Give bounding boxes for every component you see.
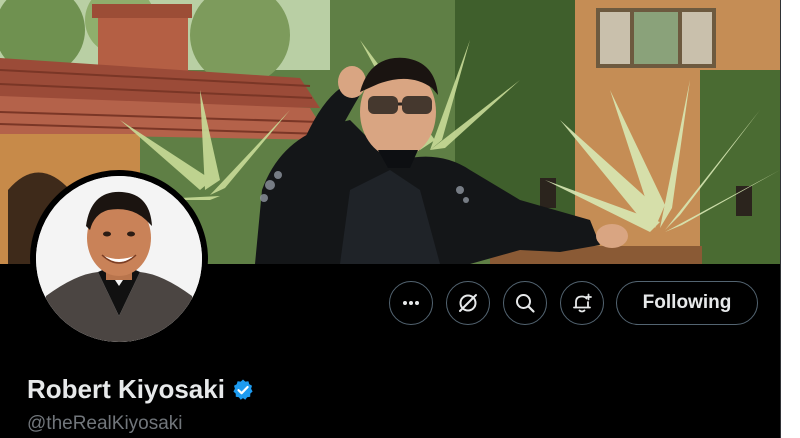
avatar-photo — [36, 176, 202, 342]
more-button[interactable] — [389, 281, 433, 325]
grok-button[interactable] — [446, 281, 490, 325]
more-icon — [403, 301, 419, 305]
search-button[interactable] — [503, 281, 547, 325]
profile-handle: @theRealKiyosaki — [27, 413, 183, 434]
notifications-button[interactable] — [560, 281, 604, 325]
profile-name-row: Robert Kiyosaki — [27, 374, 255, 405]
profile-panel: Following Robert Kiyosaki @theRealKiyosa… — [0, 0, 780, 438]
following-button[interactable]: Following — [616, 281, 758, 325]
search-icon — [516, 294, 535, 313]
panel-divider — [780, 0, 781, 438]
notification-bell-icon — [573, 293, 592, 313]
verified-badge-icon[interactable] — [231, 378, 255, 402]
grok-icon — [459, 294, 477, 312]
display-name: Robert Kiyosaki — [27, 374, 225, 404]
profile-avatar[interactable] — [30, 170, 208, 348]
